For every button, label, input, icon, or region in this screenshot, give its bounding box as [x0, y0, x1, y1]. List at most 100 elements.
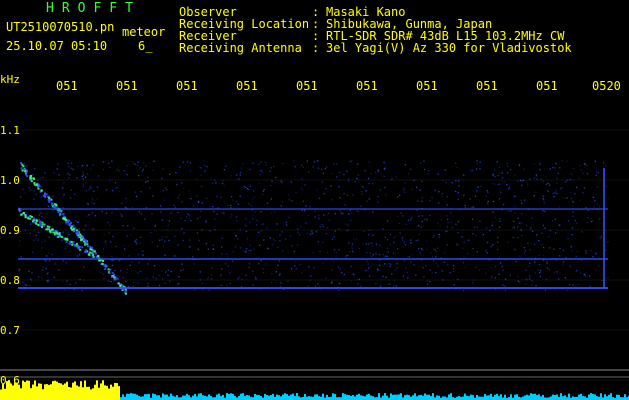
noise-speck [108, 232, 110, 234]
baseline-bar [280, 396, 282, 400]
y-unit-label: kHz [0, 73, 20, 86]
noise-speck [319, 251, 321, 253]
noise-speck [476, 251, 478, 253]
noise-speck [549, 229, 551, 232]
baseline-bar [60, 383, 62, 400]
noise-speck [397, 248, 399, 250]
noise-speck [135, 242, 138, 244]
noise-speck [126, 268, 129, 271]
noise-speck [335, 176, 338, 178]
noise-speck [534, 272, 537, 274]
noise-speck [555, 232, 557, 234]
noise-speck [384, 255, 386, 257]
echo-speck [35, 183, 38, 186]
noise-speck [53, 276, 56, 278]
baseline-bar [496, 393, 498, 400]
noise-speck [216, 195, 218, 198]
noise-speck [147, 285, 149, 287]
baseline-bar [592, 393, 594, 400]
baseline-bar [76, 385, 78, 400]
noise-speck [270, 198, 273, 200]
baseline-bar [308, 396, 310, 400]
noise-speck [421, 196, 423, 199]
echo-speck [53, 206, 55, 209]
noise-speck [31, 280, 33, 282]
vertical-spike [603, 168, 605, 288]
noise-speck [356, 210, 358, 212]
noise-speck [361, 193, 363, 195]
echo-speck [49, 199, 52, 202]
noise-speck [490, 266, 493, 268]
noise-speck [253, 248, 255, 250]
noise-speck [395, 235, 397, 237]
noise-speck [72, 168, 74, 170]
noise-speck [96, 186, 99, 188]
noise-speck [575, 255, 577, 258]
noise-speck [187, 213, 189, 215]
noise-speck [175, 172, 177, 174]
noise-speck [83, 229, 85, 231]
baseline-bar [304, 394, 306, 400]
noise-speck [348, 213, 350, 215]
noise-speck [544, 227, 546, 229]
noise-speck [165, 271, 167, 273]
noise-speck [513, 226, 515, 229]
noise-speck [246, 248, 248, 250]
noise-speck [357, 211, 360, 213]
noise-speck [498, 166, 500, 168]
noise-speck [41, 247, 43, 249]
noise-speck [379, 244, 381, 246]
noise-speck [109, 241, 112, 243]
noise-speck [593, 206, 595, 208]
noise-speck [180, 217, 182, 219]
noise-speck [263, 239, 265, 241]
noise-speck [140, 191, 142, 193]
baseline-bar [152, 393, 154, 400]
noise-speck [330, 282, 333, 284]
x-tick-label: 051 [296, 79, 318, 93]
noise-speck [269, 170, 271, 172]
noise-speck [432, 236, 434, 238]
baseline-bar [270, 395, 272, 400]
noise-speck [453, 270, 455, 272]
noise-speck [313, 161, 316, 163]
noise-speck [262, 193, 264, 196]
noise-speck [193, 263, 195, 265]
noise-speck [351, 160, 353, 162]
noise-speck [152, 276, 154, 278]
baseline-bar [114, 382, 116, 400]
noise-speck [426, 283, 429, 286]
noise-speck [267, 248, 269, 250]
noise-speck [443, 261, 445, 263]
noise-speck [275, 271, 277, 273]
noise-speck [549, 184, 551, 186]
echo-speck [32, 219, 35, 222]
noise-speck [258, 231, 260, 233]
noise-speck [347, 224, 349, 226]
noise-speck [565, 181, 567, 183]
baseline-bar [448, 394, 450, 400]
noise-speck [491, 224, 493, 226]
x-tick-label: 0520 [592, 79, 621, 93]
noise-speck [258, 163, 260, 165]
baseline-bar [420, 394, 422, 400]
noise-speck [121, 202, 123, 205]
noise-speck [590, 249, 592, 252]
noise-speck [86, 215, 88, 217]
noise-speck [404, 182, 406, 184]
noise-speck [102, 168, 104, 171]
noise-speck [227, 265, 229, 267]
baseline-bar [490, 393, 492, 400]
baseline-bar [444, 396, 446, 400]
baseline-bar [156, 395, 158, 400]
noise-speck [24, 289, 27, 291]
noise-speck [492, 174, 494, 177]
noise-speck [26, 284, 28, 287]
baseline-bar [238, 396, 240, 400]
noise-speck [418, 247, 420, 250]
noise-speck [277, 264, 279, 266]
noise-speck [48, 252, 50, 254]
noise-speck [570, 191, 572, 193]
baseline-bar [168, 396, 170, 400]
noise-speck [422, 276, 425, 278]
